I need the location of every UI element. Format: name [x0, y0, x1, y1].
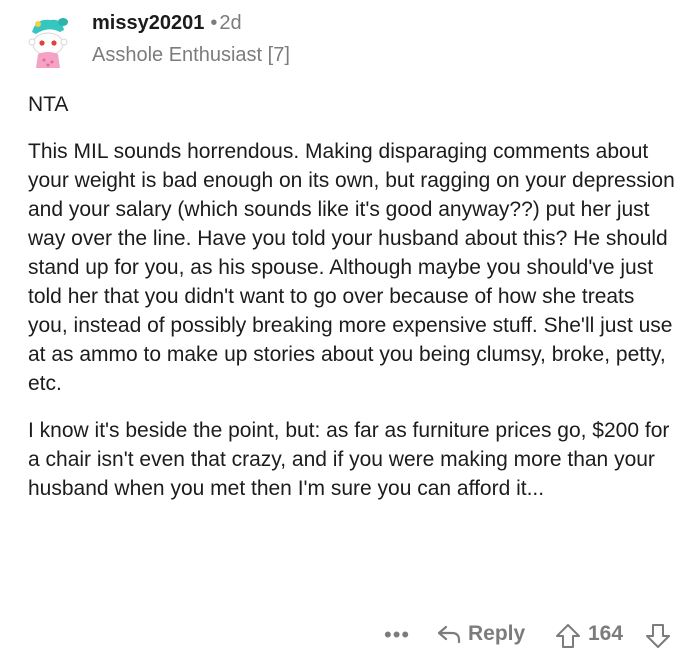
comment-body: NTA This MIL sounds horrendous. Making d…	[28, 90, 678, 503]
downvote-button[interactable]	[644, 622, 672, 655]
reply-button[interactable]: Reply	[436, 622, 525, 646]
comment-paragraph: NTA	[28, 93, 69, 116]
comment-meta: missy20201 • 2d Asshole Enthusiast [7]	[92, 10, 290, 68]
username[interactable]: missy20201	[92, 12, 204, 34]
comment-paragraph: I know it's beside the point, but: as fa…	[28, 419, 670, 500]
reply-arrow-icon	[437, 625, 461, 644]
vote-score: 164	[588, 622, 624, 645]
reply-label: Reply	[468, 622, 526, 645]
downvote-arrow-icon	[646, 624, 670, 648]
comment-age: 2d	[219, 12, 242, 34]
comment-header: missy20201 • 2d	[92, 10, 290, 36]
snoo-avatar-icon	[28, 18, 68, 68]
comment: missy20201 • 2d Asshole Enthusiast [7] NTA…	[0, 0, 700, 667]
upvote-button[interactable]	[554, 622, 582, 655]
avatar[interactable]	[22, 14, 74, 70]
user-flair: Asshole Enthusiast [7]	[92, 44, 290, 66]
comment-actions: ••• Reply 164	[0, 618, 700, 654]
upvote-arrow-icon	[556, 624, 580, 648]
more-options-button[interactable]: •••	[384, 622, 410, 648]
comment-paragraph: This MIL sounds horrendous. Making dispa…	[28, 140, 675, 395]
meta-separator: •	[210, 12, 218, 34]
